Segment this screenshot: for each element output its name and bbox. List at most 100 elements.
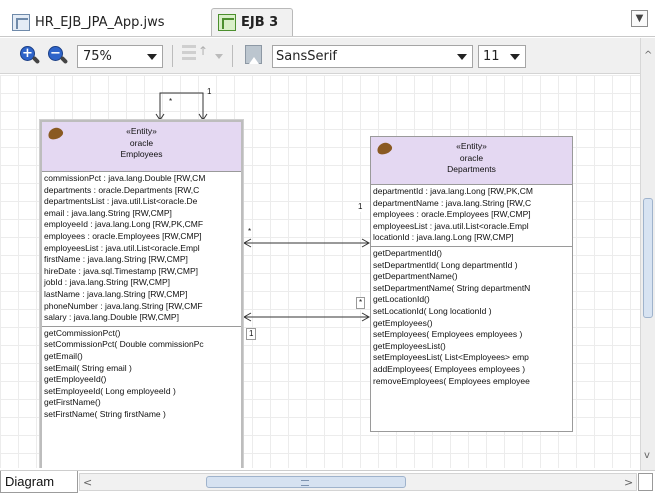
- attribute-row[interactable]: departmentId : java.lang.Long [RW,PK,CM: [371, 186, 572, 198]
- editor-tab-strip: HR_EJB_JPA_App.jws EJB 3 ▼: [0, 0, 655, 37]
- entity-name: Departments: [447, 164, 496, 174]
- association-1-arrow-right: [361, 238, 371, 248]
- method-row[interactable]: setDepartmentName( String departmentN: [371, 283, 572, 295]
- method-row[interactable]: getCommissionPct(): [42, 328, 241, 340]
- scroll-corner: [638, 473, 653, 491]
- scroll-right-icon[interactable]: >: [624, 476, 633, 489]
- zoom-level-select[interactable]: 75%: [77, 45, 163, 68]
- association-2-arrow-right: [361, 312, 371, 322]
- attribute-row[interactable]: employeeId : java.lang.Long [RW,PK,CMF: [42, 219, 241, 231]
- attribute-row[interactable]: departmentName : java.lang.String [RW,C: [371, 198, 572, 210]
- method-row[interactable]: setEmployees( Employees employees ): [371, 329, 572, 341]
- attribute-row[interactable]: employees : oracle.Employees [RW,CMP]: [371, 209, 572, 221]
- method-row[interactable]: getFirstName(): [42, 397, 241, 409]
- tab-label: EJB 3: [241, 15, 279, 30]
- method-row[interactable]: getDepartmentId(): [371, 248, 572, 260]
- toolbar-divider: [232, 45, 233, 67]
- multiplicity-label: 1: [207, 87, 212, 97]
- method-row[interactable]: getEmployeesList(): [371, 341, 572, 353]
- vertical-scrollbar[interactable]: ^ v: [640, 38, 655, 470]
- method-row[interactable]: getLocationId(): [371, 294, 572, 306]
- entity-methods: getCommissionPct() setCommissionPct( Dou…: [42, 327, 241, 421]
- self-association-line: [159, 92, 204, 120]
- toolbar-divider: [172, 45, 173, 67]
- method-row[interactable]: setFirstName( String firstName ): [42, 409, 241, 421]
- horizontal-scrollbar[interactable]: < >: [79, 473, 637, 491]
- method-row[interactable]: removeEmployees( Employees employee: [371, 376, 572, 388]
- align-dropdown-icon: [215, 54, 223, 59]
- tab-label: HR_EJB_JPA_App.jws: [35, 14, 165, 30]
- attribute-row[interactable]: firstName : java.lang.String [RW,CMP]: [42, 254, 241, 266]
- align-icon: [182, 45, 196, 65]
- chevron-down-icon: [147, 54, 157, 60]
- tab-list-menu-button[interactable]: ▼: [631, 10, 648, 27]
- multiplicity-label: *: [356, 297, 366, 309]
- attribute-row[interactable]: commissionPct : java.lang.Double [RW,CM: [42, 173, 241, 185]
- method-row[interactable]: setEmployeesList( List<Employees> emp: [371, 352, 572, 364]
- font-family-select[interactable]: SansSerif: [272, 45, 473, 68]
- multiplicity-label: *: [248, 227, 252, 237]
- attribute-row[interactable]: salary : java.lang.Double [RW,CMP]: [42, 312, 241, 324]
- diagram-tab-label: Diagram: [5, 474, 55, 489]
- tab-ejb-3[interactable]: EJB 3: [211, 8, 293, 36]
- method-row[interactable]: setCommissionPct( Double commissionPc: [42, 339, 241, 351]
- entity-departments[interactable]: «Entity» oracle Departments departmentId…: [370, 136, 573, 432]
- attribute-row[interactable]: jobId : java.lang.String [RW,CMP]: [42, 277, 241, 289]
- multiplicity-label: 1: [246, 328, 257, 340]
- entity-schema: oracle: [129, 137, 154, 148]
- zoom-in-icon[interactable]: +: [18, 45, 41, 67]
- method-row[interactable]: getEmployeeId(): [42, 374, 241, 386]
- attribute-row[interactable]: employeesList : java.util.List<oracle.Em…: [42, 243, 241, 255]
- association-1-arrow-left: [242, 238, 252, 248]
- attribute-row[interactable]: employeesList : java.util.List<oracle.Em…: [371, 221, 572, 233]
- scroll-up-icon[interactable]: ^: [644, 50, 652, 61]
- entity-attributes: commissionPct : java.lang.Double [RW,CM …: [42, 172, 241, 327]
- editor-bottom-bar: Diagram < >: [0, 470, 655, 493]
- method-row[interactable]: getDepartmentName(): [371, 271, 572, 283]
- method-row[interactable]: setLocationId( Long locationId ): [371, 306, 572, 318]
- entity-schema: oracle: [459, 152, 484, 163]
- attribute-row[interactable]: locationId : java.lang.Long [RW,CMP]: [371, 232, 572, 244]
- multiplicity-label: 1: [358, 202, 363, 212]
- entity-header: «Entity» oracle Departments: [371, 137, 572, 185]
- attribute-row[interactable]: employees : oracle.Employees [RW,CMP]: [42, 231, 241, 243]
- method-row[interactable]: getEmployees(): [371, 318, 572, 330]
- font-size-select[interactable]: 11: [478, 45, 526, 68]
- attribute-row[interactable]: email : java.lang.String [RW,CMP]: [42, 208, 241, 220]
- entity-employees[interactable]: «Entity» oracle Employees commissionPct …: [40, 120, 243, 468]
- association-2-arrow-left: [242, 312, 252, 322]
- scroll-left-icon[interactable]: <: [83, 476, 92, 489]
- horizontal-scroll-thumb[interactable]: [206, 476, 406, 488]
- method-row[interactable]: setEmail( String email ): [42, 363, 241, 375]
- method-row[interactable]: addEmployees( Employees employees ): [371, 364, 572, 376]
- entity-methods: getDepartmentId() setDepartmentId( Long …: [371, 247, 572, 387]
- attribute-row[interactable]: lastName : java.lang.String [RW,CMP]: [42, 289, 241, 301]
- entity-name: Employees: [120, 149, 163, 159]
- attribute-row[interactable]: hireDate : java.sql.Timestamp [RW,CMP]: [42, 266, 241, 278]
- entity-attributes: departmentId : java.lang.Long [RW,PK,CM …: [371, 185, 572, 247]
- method-row[interactable]: getEmail(): [42, 351, 241, 363]
- align-arrow-icon: ↑: [198, 44, 209, 58]
- method-row[interactable]: setDepartmentId( Long departmentId ): [371, 260, 572, 272]
- tab-hr-ejb-jpa-app[interactable]: HR_EJB_JPA_App.jws: [6, 8, 194, 36]
- attribute-row[interactable]: departments : oracle.Departments [RW,C: [42, 185, 241, 197]
- font-size-value: 11: [483, 49, 500, 64]
- attribute-row[interactable]: phoneNumber : java.lang.String [RW,CMF: [42, 301, 241, 313]
- attribute-row[interactable]: departmentsList : java.util.List<oracle.…: [42, 196, 241, 208]
- tab-diagram[interactable]: Diagram: [0, 471, 78, 493]
- zoom-out-icon[interactable]: −: [46, 45, 69, 67]
- multiplicity-label: *: [169, 97, 173, 107]
- entity-stereotype: «Entity»: [456, 141, 487, 151]
- bookmark-icon[interactable]: [245, 45, 262, 64]
- chevron-down-icon: [457, 54, 467, 60]
- entity-stereotype: «Entity»: [126, 126, 157, 136]
- zoom-level-value: 75%: [83, 49, 112, 64]
- project-icon: [12, 13, 30, 31]
- vertical-scroll-thumb[interactable]: [643, 198, 653, 318]
- chevron-down-icon: [510, 54, 520, 60]
- ejb-diagram-icon: [218, 14, 236, 31]
- entity-header: «Entity» oracle Employees: [42, 122, 241, 172]
- diagram-canvas[interactable]: * 1 * 1 1 * «Entity» oracle Employees co…: [0, 75, 640, 468]
- scroll-down-icon[interactable]: v: [644, 450, 650, 461]
- method-row[interactable]: setEmployeeId( Long employeeId ): [42, 386, 241, 398]
